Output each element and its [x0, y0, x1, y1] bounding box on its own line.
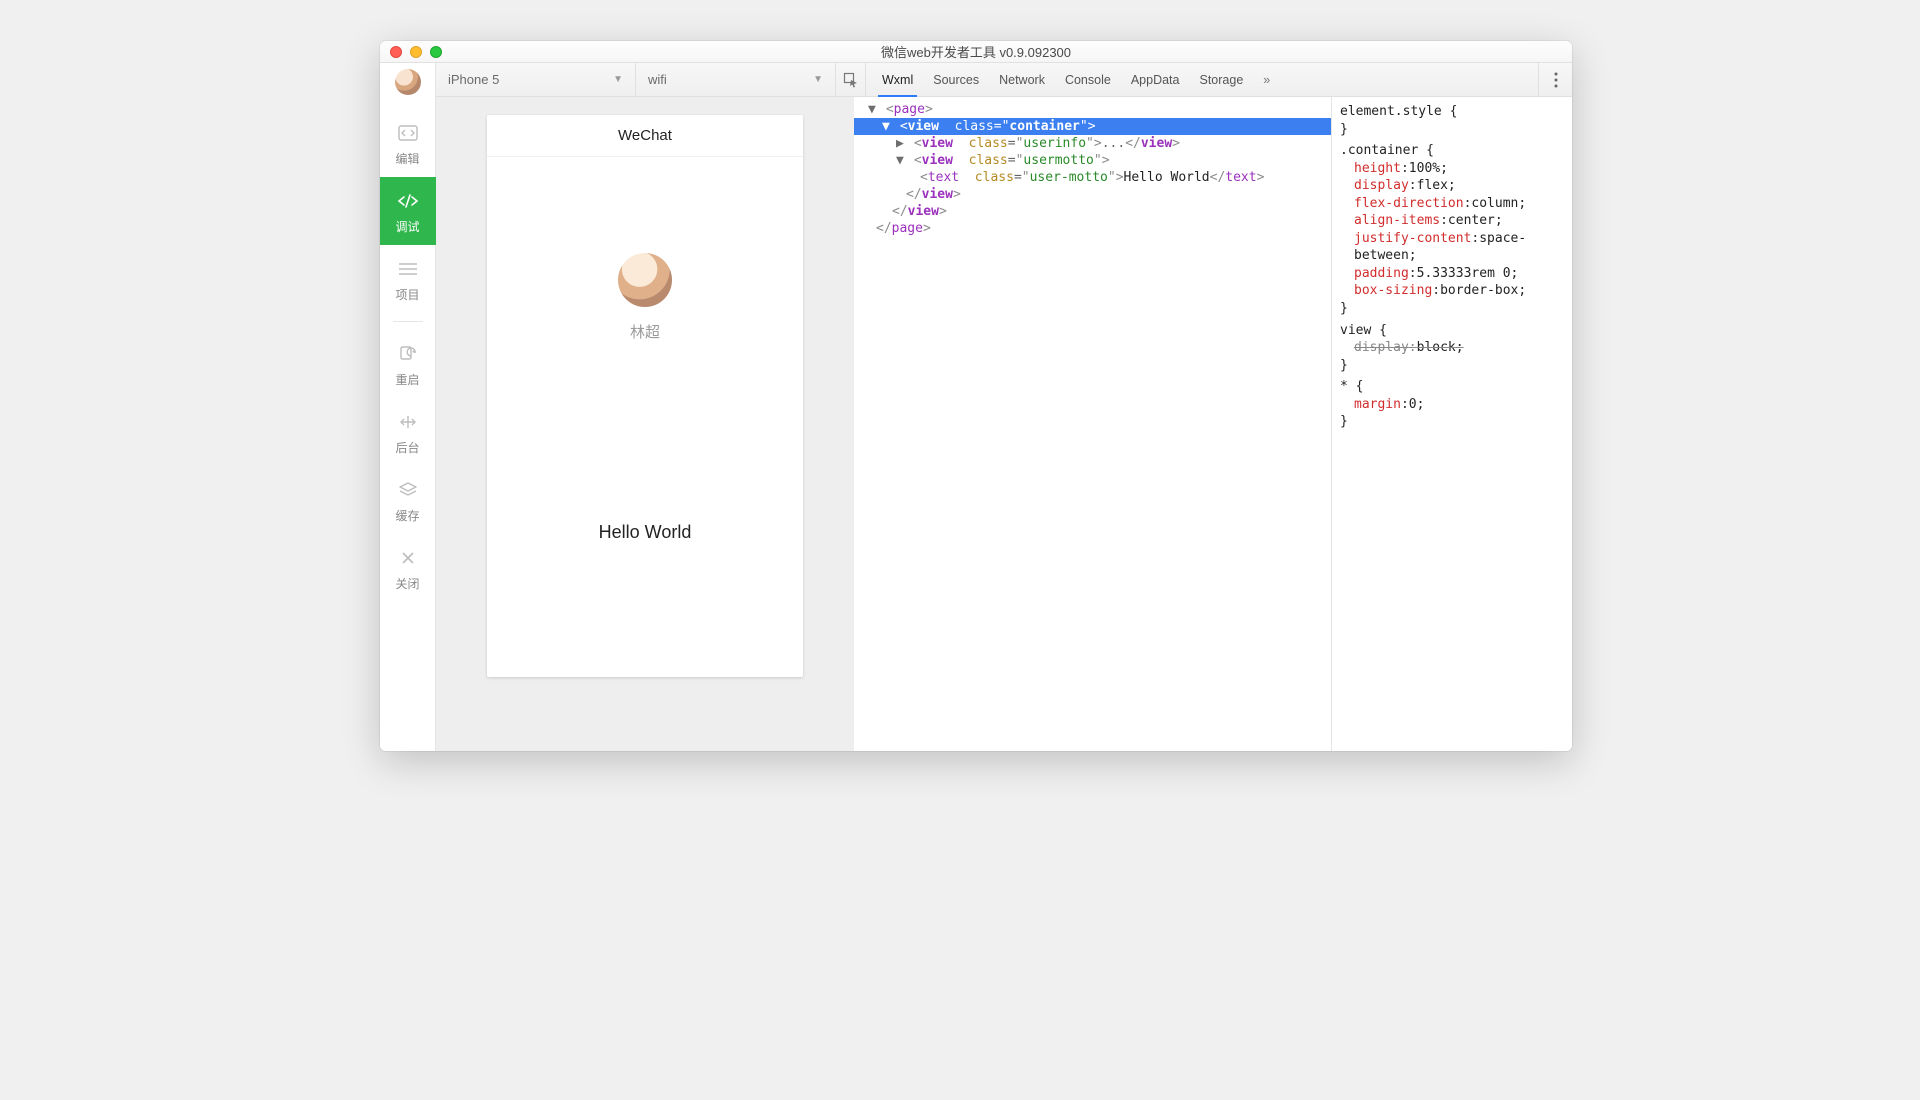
sidebar-item-label: 缓存: [395, 507, 419, 524]
sidebar-item-debug[interactable]: 调试: [380, 177, 436, 245]
user-motto-text: Hello World: [599, 522, 692, 543]
dom-node-usermotto-open[interactable]: ▼ <view class="usermotto">: [854, 152, 1331, 169]
app-window: 微信web开发者工具 v0.9.092300 编辑 调试: [380, 41, 1572, 751]
maximize-window-button[interactable]: [430, 46, 442, 58]
style-decl[interactable]: display:flex;: [1340, 177, 1564, 195]
sidebar: 编辑 调试 项目: [380, 63, 436, 751]
style-decl[interactable]: margin:0;: [1340, 396, 1564, 414]
network-value: wifi: [648, 72, 667, 87]
hamburger-icon: [397, 258, 419, 280]
inspect-icon: [843, 72, 859, 88]
sidebar-item-restart[interactable]: 重启: [380, 330, 436, 398]
traffic-lights: [380, 46, 442, 58]
window-title: 微信web开发者工具 v0.9.092300: [380, 42, 1572, 61]
debug-icon: [397, 190, 419, 212]
style-decl[interactable]: justify-content:space-between;: [1340, 230, 1564, 265]
sidebar-item-project[interactable]: 项目: [380, 245, 436, 313]
tab-console[interactable]: Console: [1055, 63, 1121, 96]
sidebar-item-label: 调试: [395, 218, 419, 235]
sidebar-item-edit[interactable]: 编辑: [380, 109, 436, 177]
style-decl[interactable]: box-sizing:border-box;: [1340, 282, 1564, 300]
close-icon: [397, 547, 419, 569]
dom-node-container-close[interactable]: </view>: [854, 203, 1331, 220]
toolbar: iPhone 5 ▼ wifi ▼ Wxml Sources Network: [436, 63, 1572, 97]
close-window-button[interactable]: [390, 46, 402, 58]
device-value: iPhone 5: [448, 72, 499, 87]
code-icon: [397, 122, 419, 144]
network-dropdown[interactable]: wifi ▼: [636, 63, 836, 96]
inspect-element-button[interactable]: [836, 63, 866, 96]
tab-network[interactable]: Network: [989, 63, 1055, 96]
tab-storage[interactable]: Storage: [1189, 63, 1253, 96]
sidebar-item-label: 重启: [395, 371, 419, 388]
style-decl[interactable]: height:100%;: [1340, 160, 1564, 178]
simulator-area: WeChat 林超 Hello World: [436, 97, 854, 751]
chevron-down-icon: ▼: [613, 74, 623, 85]
device-dropdown[interactable]: iPhone 5 ▼: [436, 63, 636, 96]
tab-wxml[interactable]: Wxml: [872, 63, 923, 96]
tab-sources[interactable]: Sources: [923, 63, 989, 96]
page-body: 林超 Hello World: [487, 157, 803, 677]
wxml-tree-panel[interactable]: ▼ <page> ▼ <view class="container"> ▶ <v…: [854, 97, 1332, 751]
avatar[interactable]: [395, 69, 421, 95]
chevron-down-icon: ▼: [813, 74, 823, 85]
style-block-container[interactable]: .container { height:100%;display:flex;fl…: [1340, 142, 1564, 317]
dom-node-usermotto-close[interactable]: </view>: [854, 186, 1331, 203]
sidebar-item-background[interactable]: 后台: [380, 398, 436, 466]
dom-node-text[interactable]: <text class="user-motto">Hello World</te…: [854, 169, 1331, 186]
style-decl[interactable]: align-items:center;: [1340, 212, 1564, 230]
devtools-tabs: Wxml Sources Network Console AppData Sto…: [866, 63, 1538, 96]
sidebar-item-label: 项目: [395, 286, 419, 303]
dom-node-page-close[interactable]: </page>: [854, 220, 1331, 237]
style-block-view[interactable]: view { display:block; }: [1340, 322, 1564, 375]
page-title: WeChat: [487, 115, 803, 157]
restart-icon: [397, 343, 419, 365]
tab-appdata[interactable]: AppData: [1121, 63, 1190, 96]
styles-panel[interactable]: element.style { } .container { height:10…: [1332, 97, 1572, 751]
user-nickname: 林超: [630, 321, 660, 342]
tab-more[interactable]: »: [1253, 63, 1280, 96]
style-block-element[interactable]: element.style { }: [1340, 103, 1564, 138]
style-decl[interactable]: flex-direction:column;: [1340, 195, 1564, 213]
sidebar-item-label: 关闭: [395, 575, 419, 592]
sidebar-separator: [393, 321, 423, 322]
sidebar-item-cache[interactable]: 缓存: [380, 466, 436, 534]
sidebar-item-close[interactable]: 关闭: [380, 534, 436, 602]
dom-node-userinfo[interactable]: ▶ <view class="userinfo">...</view>: [854, 135, 1331, 152]
kebab-icon: [1554, 72, 1558, 88]
sidebar-item-label: 编辑: [395, 150, 419, 167]
style-block-star[interactable]: * { margin:0; }: [1340, 378, 1564, 431]
devtools-menu-button[interactable]: [1538, 63, 1572, 96]
simulator-screen[interactable]: WeChat 林超 Hello World: [487, 115, 803, 677]
layers-icon: [397, 479, 419, 501]
minimize-window-button[interactable]: [410, 46, 422, 58]
dom-node-page-open[interactable]: ▼ <page>: [854, 101, 1331, 118]
titlebar: 微信web开发者工具 v0.9.092300: [380, 41, 1572, 63]
dom-node-container[interactable]: ▼ <view class="container">: [854, 118, 1331, 135]
background-icon: [397, 411, 419, 433]
style-decl[interactable]: padding:5.33333rem 0;: [1340, 265, 1564, 283]
style-decl-overridden[interactable]: display:block;: [1340, 339, 1564, 357]
sidebar-item-label: 后台: [395, 439, 419, 456]
user-avatar[interactable]: [618, 253, 672, 307]
